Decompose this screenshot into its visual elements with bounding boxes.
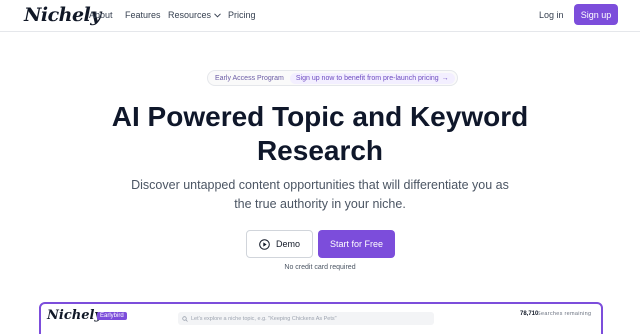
- preview-search-input: Let's explore a niche topic, e.g. "Keepi…: [178, 312, 434, 325]
- search-icon: [182, 315, 188, 322]
- app-preview-frame: Nichely Earlybird Let's explore a niche …: [39, 302, 603, 334]
- pre-launch-cta-label: Sign up now to benefit from pre-launch p…: [295, 74, 439, 82]
- start-free-button[interactable]: Start for Free: [318, 230, 395, 258]
- preview-search-placeholder: Let's explore a niche topic, e.g. "Keepi…: [191, 315, 337, 322]
- nav-link-resources[interactable]: Resources: [168, 10, 221, 20]
- earlybird-badge: Earlybird: [97, 312, 127, 320]
- nav-link-features[interactable]: Features: [125, 10, 161, 20]
- play-circle-icon: [259, 238, 270, 250]
- preview-logo: Nichely: [47, 308, 102, 323]
- nav-link-pricing[interactable]: Pricing: [228, 10, 256, 20]
- hero-subtitle-line1: Discover untapped content opportunities …: [131, 178, 509, 192]
- demo-button[interactable]: Demo: [246, 230, 313, 258]
- hero-title: AI Powered Topic and Keyword Research: [0, 100, 640, 168]
- hero-title-line1: AI Powered Topic and Keyword: [111, 101, 529, 132]
- searches-count: 78,710: [520, 311, 539, 317]
- announcement-pill[interactable]: Early Access Program Sign up now to bene…: [207, 70, 458, 86]
- arrow-right-icon: →: [441, 74, 449, 82]
- nav-link-resources-label: Resources: [168, 10, 212, 20]
- top-navigation: Nichely About Features Resources Pricing…: [0, 0, 640, 32]
- no-credit-card-note: No credit card required: [284, 264, 356, 271]
- login-link[interactable]: Log in: [539, 10, 564, 20]
- hero-title-line2: Research: [256, 135, 384, 166]
- signup-button[interactable]: Sign up: [574, 4, 618, 25]
- chevron-down-icon: [214, 13, 221, 18]
- hero-subtitle-line2: the true authority in your niche.: [234, 197, 406, 211]
- pre-launch-cta[interactable]: Sign up now to benefit from pre-launch p…: [289, 72, 455, 84]
- early-access-tag: Early Access Program: [215, 74, 284, 82]
- hero-subtitle: Discover untapped content opportunities …: [120, 176, 520, 214]
- demo-button-label: Demo: [275, 239, 300, 249]
- nav-link-about[interactable]: About: [89, 10, 113, 20]
- searches-count-label: Searches remaining: [537, 311, 592, 317]
